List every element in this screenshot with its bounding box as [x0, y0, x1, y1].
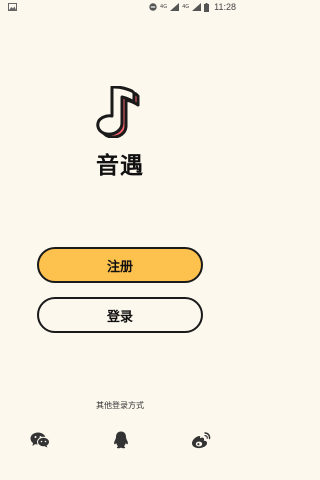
status-bar: 4G 4G 11:28 — [0, 0, 240, 14]
wechat-login-button[interactable] — [30, 431, 50, 449]
app-name: 音遇 — [96, 153, 144, 179]
battery-icon — [204, 2, 210, 12]
qq-login-button[interactable] — [111, 431, 131, 449]
do-not-disturb-icon — [149, 3, 157, 11]
gallery-notification-icon — [8, 3, 17, 11]
network-type-label-2: 4G — [182, 3, 190, 10]
register-button[interactable]: 注册 — [37, 247, 203, 283]
weibo-icon — [191, 431, 211, 448]
status-left — [8, 3, 17, 11]
other-login-methods-label: 其他登录方式 — [96, 401, 144, 410]
network-type-label-1: 4G — [160, 3, 168, 10]
weibo-login-button[interactable] — [191, 431, 211, 449]
login-button-label: 登录 — [106, 309, 133, 325]
login-button[interactable]: 登录 — [37, 297, 203, 333]
register-button-label: 注册 — [106, 259, 133, 275]
music-note-logo — [96, 86, 140, 138]
signal-icon-1 — [170, 3, 180, 11]
qq-icon — [114, 431, 128, 449]
signal-icon-2 — [192, 3, 202, 11]
status-right: 4G 4G 11:28 — [149, 2, 236, 12]
wechat-icon — [30, 432, 50, 448]
status-time: 11:28 — [214, 2, 236, 12]
